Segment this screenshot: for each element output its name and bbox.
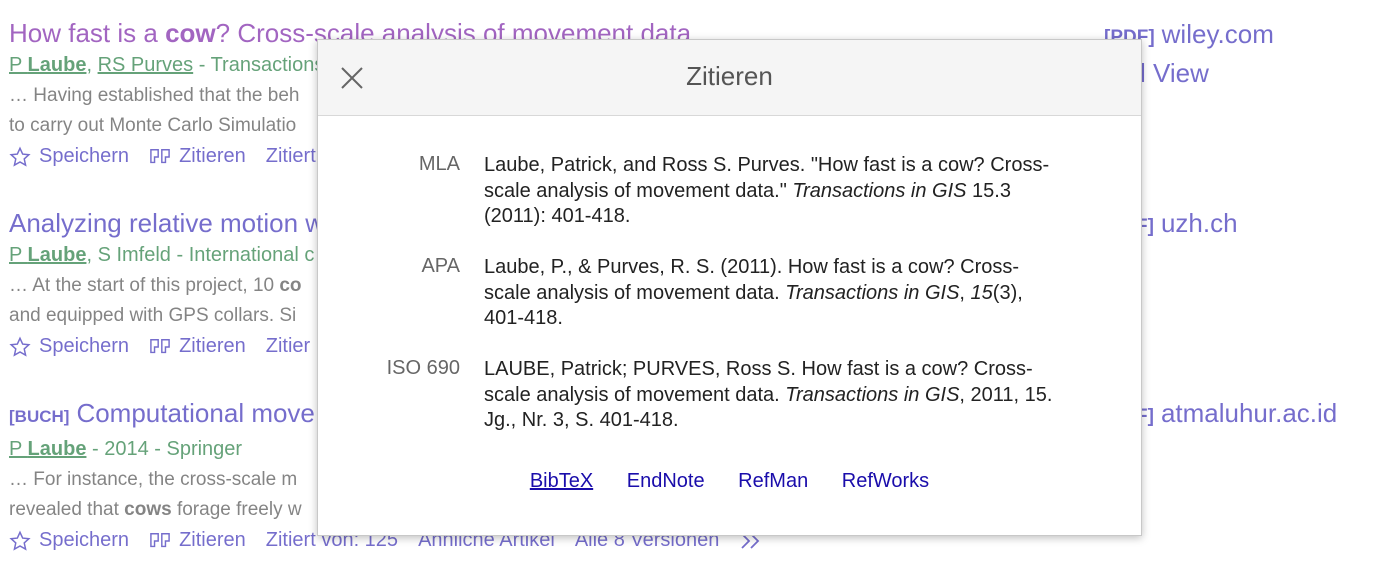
export-links: BibTeX EndNote RefMan RefWorks bbox=[318, 470, 1141, 493]
full-view-link[interactable]: l View bbox=[1140, 58, 1209, 89]
author-link[interactable]: P Laube bbox=[9, 438, 86, 460]
dialog-title: Zitieren bbox=[686, 61, 773, 91]
result-title-link[interactable]: Analyzing relative motion w bbox=[9, 208, 330, 238]
citation-style-label: APA bbox=[421, 255, 460, 277]
cite-button[interactable]: Zitieren bbox=[149, 335, 246, 358]
pdf-link[interactable]: F] uzh.ch bbox=[1136, 208, 1238, 239]
refworks-link[interactable]: RefWorks bbox=[842, 470, 929, 492]
refman-link[interactable]: RefMan bbox=[738, 470, 808, 492]
citation-text[interactable]: Laube, Patrick, and Ross S. Purves. "How… bbox=[484, 153, 1084, 230]
endnote-link[interactable]: EndNote bbox=[627, 470, 705, 492]
citation-style-label: MLA bbox=[418, 153, 460, 175]
author-link[interactable]: P Laube bbox=[9, 244, 86, 266]
save-button[interactable]: Speichern bbox=[9, 335, 129, 358]
result-actions: Speichern Zitieren Zitier bbox=[9, 335, 330, 358]
cite-dialog: Zitieren MLA Laube, Patrick, and Ross S.… bbox=[317, 39, 1142, 536]
cite-button[interactable]: Zitieren bbox=[149, 145, 246, 168]
cited-by-link[interactable]: Zitier bbox=[266, 335, 310, 358]
quote-icon bbox=[149, 147, 171, 167]
book-tag: [BUCH] bbox=[9, 407, 70, 426]
pdf-link[interactable]: F] atmaluhur.ac.id bbox=[1136, 398, 1337, 429]
author-link[interactable]: RS Purves bbox=[98, 54, 194, 76]
star-icon bbox=[9, 530, 31, 552]
citation-text[interactable]: Laube, P., & Purves, R. S. (2011). How f… bbox=[484, 255, 1084, 332]
save-button[interactable]: Speichern bbox=[9, 145, 129, 168]
result-item: Analyzing relative motion w P Laube, S I… bbox=[9, 208, 330, 358]
citation-style-label: ISO 690 bbox=[386, 357, 460, 379]
quote-icon bbox=[149, 337, 171, 357]
star-icon bbox=[9, 146, 31, 168]
save-button[interactable]: Speichern bbox=[9, 529, 129, 552]
bibtex-link[interactable]: BibTeX bbox=[530, 470, 593, 492]
quote-icon bbox=[149, 531, 171, 551]
dialog-header: Zitieren bbox=[318, 40, 1141, 116]
result-snippet: … At the start of this project, 10 co an… bbox=[9, 275, 302, 326]
star-icon bbox=[9, 336, 31, 358]
author-link[interactable]: P Laube bbox=[9, 54, 86, 76]
result-authors: P Laube, S Imfeld - International c bbox=[9, 244, 315, 266]
cite-button[interactable]: Zitieren bbox=[149, 529, 246, 552]
citation-text[interactable]: LAUBE, Patrick; PURVES, Ross S. How fast… bbox=[484, 357, 1084, 434]
